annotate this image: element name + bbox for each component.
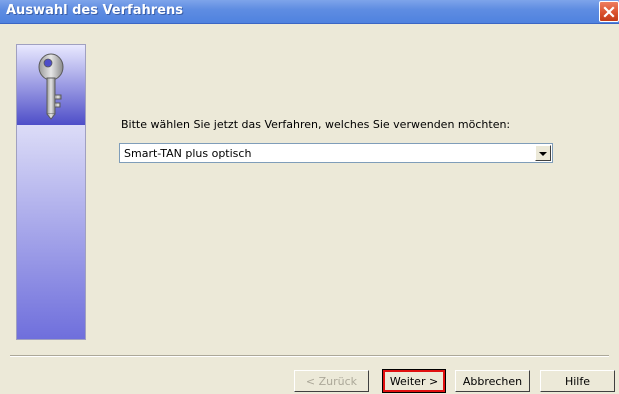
method-prompt: Bitte wählen Sie jetzt das Verfahren, we…	[121, 118, 511, 131]
close-icon	[603, 5, 615, 18]
next-button[interactable]: Weiter >	[383, 370, 445, 392]
title-bar[interactable]: Auswahl des Verfahrens	[0, 0, 619, 24]
button-separator	[10, 355, 609, 357]
cancel-button[interactable]: Abbrechen	[455, 370, 530, 392]
close-button[interactable]	[599, 1, 619, 22]
chevron-down-icon	[539, 147, 547, 160]
method-select[interactable]: Smart-TAN plus optisch	[119, 143, 553, 163]
back-button[interactable]: < Zurück	[294, 370, 369, 392]
wizard-banner	[16, 44, 86, 340]
method-select-value: Smart-TAN plus optisch	[124, 147, 252, 160]
help-button[interactable]: Hilfe	[540, 370, 615, 392]
method-select-dropdown-button[interactable]	[535, 145, 551, 161]
window-title: Auswahl des Verfahrens	[6, 3, 183, 18]
key-icon	[31, 51, 71, 124]
